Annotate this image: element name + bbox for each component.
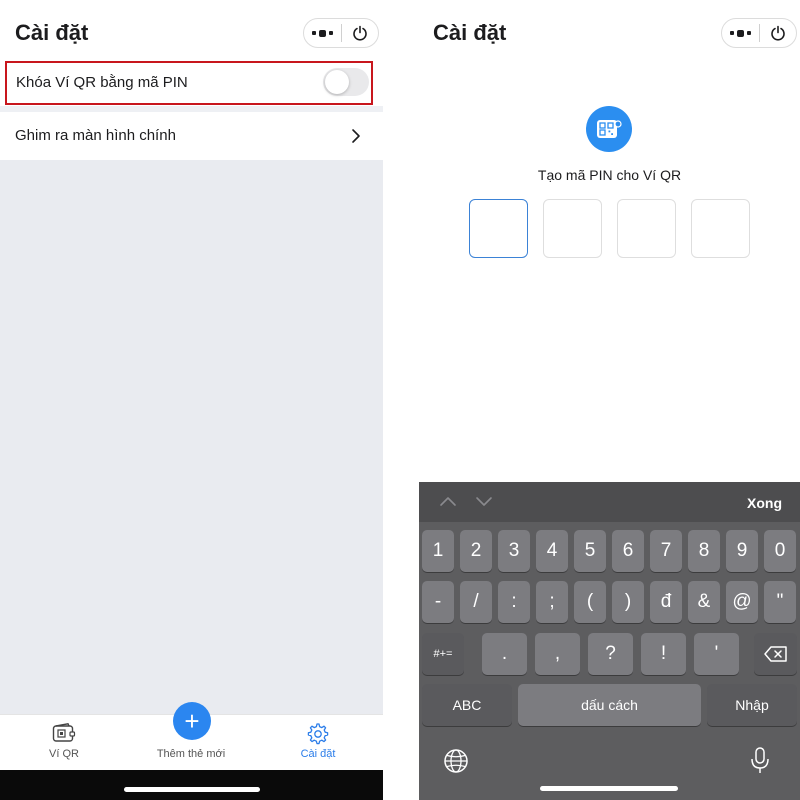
close-button[interactable] xyxy=(342,19,379,47)
add-card-button[interactable]: + xyxy=(173,702,211,740)
key-0[interactable]: 0 xyxy=(764,530,796,572)
key-quote[interactable]: " xyxy=(764,581,796,623)
key-ampersand[interactable]: & xyxy=(688,581,720,623)
backspace-icon xyxy=(763,646,787,662)
pin-lock-toggle[interactable] xyxy=(323,68,369,96)
key-colon[interactable]: : xyxy=(498,581,530,623)
return-key[interactable]: Nhập xyxy=(707,684,797,726)
screenshot-root: Cài đặt Khóa Ví QR bằng mã PIN Ghim ra m… xyxy=(0,0,800,800)
more-button[interactable] xyxy=(722,19,759,47)
keyboard-toolbar: Xong xyxy=(419,482,800,522)
key-7[interactable]: 7 xyxy=(650,530,682,572)
pin-home-label: Ghim ra màn hình chính xyxy=(15,127,176,144)
pin-digit-box-4[interactable] xyxy=(691,199,750,258)
create-pin-screen: Cài đặt Tạo mã PIN cho Ví QR Xong 1 2 3 … xyxy=(419,0,800,800)
key-8[interactable]: 8 xyxy=(688,530,720,572)
pin-lock-row: Khóa Ví QR bằng mã PIN xyxy=(5,61,373,105)
key-slash[interactable]: / xyxy=(460,581,492,623)
key-dong[interactable]: đ xyxy=(650,581,682,623)
chevron-up-icon[interactable] xyxy=(439,494,457,508)
key-2[interactable]: 2 xyxy=(460,530,492,572)
pin-digit-box-3[interactable] xyxy=(617,199,676,258)
key-9[interactable]: 9 xyxy=(726,530,758,572)
pin-home-row[interactable]: Ghim ra màn hình chính xyxy=(0,112,383,160)
pin-prompt-text: Tạo mã PIN cho Ví QR xyxy=(537,167,682,183)
key-6[interactable]: 6 xyxy=(612,530,644,572)
backspace-key[interactable] xyxy=(754,633,797,675)
tab-vi-qr[interactable]: Ví QR xyxy=(14,715,114,771)
key-period[interactable]: . xyxy=(482,633,527,675)
screen-gutter xyxy=(383,0,419,800)
tab-settings[interactable]: Cài đặt xyxy=(268,715,368,771)
key-dash[interactable]: - xyxy=(422,581,454,623)
chevron-down-icon[interactable] xyxy=(475,494,493,508)
key-question[interactable]: ? xyxy=(588,633,633,675)
key-symbols[interactable]: #+= xyxy=(422,633,464,675)
empty-content-area xyxy=(0,160,383,714)
settings-screen: Cài đặt Khóa Ví QR bằng mã PIN Ghim ra m… xyxy=(0,0,383,800)
key-4[interactable]: 4 xyxy=(536,530,568,572)
qr-wallet-badge xyxy=(586,106,632,152)
page-title: Cài đặt xyxy=(433,20,507,45)
key-3[interactable]: 3 xyxy=(498,530,530,572)
key-open-paren[interactable]: ( xyxy=(574,581,606,623)
tab-add-card-label: Thêm thẻ mới xyxy=(156,748,226,760)
power-icon xyxy=(352,25,367,41)
key-apostrophe[interactable]: ' xyxy=(694,633,739,675)
space-key[interactable]: dấu cách xyxy=(518,684,701,726)
more-button[interactable] xyxy=(304,19,341,47)
globe-icon[interactable] xyxy=(443,748,469,774)
home-indicator xyxy=(124,787,260,792)
abc-key[interactable]: ABC xyxy=(422,684,512,726)
pin-digit-box-2[interactable] xyxy=(543,199,602,258)
chevron-right-icon xyxy=(352,129,360,143)
microphone-icon[interactable] xyxy=(749,746,771,776)
key-5[interactable]: 5 xyxy=(574,530,606,572)
more-icon xyxy=(729,29,751,37)
key-semicolon[interactable]: ; xyxy=(536,581,568,623)
qr-code-icon xyxy=(597,120,622,138)
power-icon xyxy=(770,25,785,41)
close-button[interactable] xyxy=(760,19,797,47)
key-exclamation[interactable]: ! xyxy=(641,633,686,675)
miniapp-capsule xyxy=(721,18,797,48)
tab-settings-label: Cài đặt xyxy=(300,748,336,760)
key-comma[interactable]: , xyxy=(535,633,580,675)
numeric-keyboard: Xong 1 2 3 4 5 6 7 8 9 0 - / : ; ( ) đ &… xyxy=(419,482,800,800)
home-indicator-area xyxy=(0,770,383,800)
tab-vi-qr-label: Ví QR xyxy=(49,748,79,760)
keyboard-done-button[interactable]: Xong xyxy=(747,495,782,511)
toggle-knob xyxy=(325,70,349,94)
miniapp-capsule xyxy=(303,18,379,48)
key-close-paren[interactable]: ) xyxy=(612,581,644,623)
pin-lock-label: Khóa Ví QR bằng mã PIN xyxy=(16,74,188,91)
home-indicator xyxy=(540,786,678,791)
key-1[interactable]: 1 xyxy=(422,530,454,572)
page-title: Cài đặt xyxy=(15,20,89,45)
plus-icon: + xyxy=(184,706,200,736)
key-at[interactable]: @ xyxy=(726,581,758,623)
more-icon xyxy=(311,29,333,37)
wallet-icon xyxy=(52,723,76,742)
pin-digit-box-1[interactable] xyxy=(469,199,528,258)
gear-icon xyxy=(307,723,329,745)
